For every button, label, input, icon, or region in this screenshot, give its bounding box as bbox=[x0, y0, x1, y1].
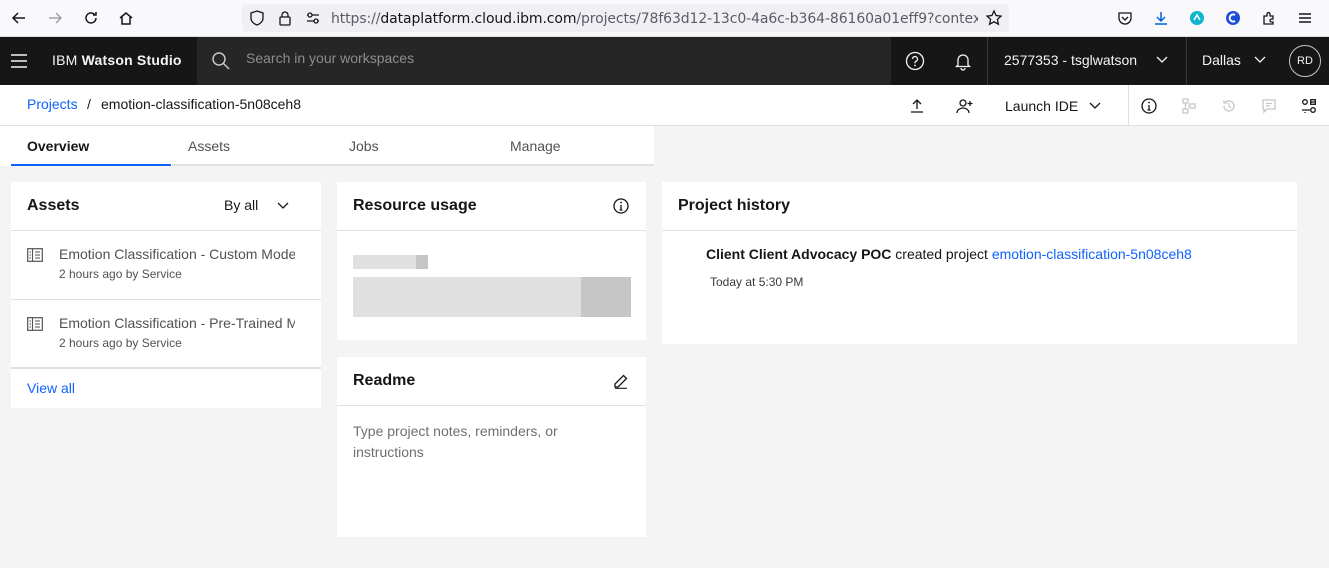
lock-icon[interactable] bbox=[274, 7, 296, 29]
asset-filter-dropdown[interactable]: By all bbox=[213, 186, 299, 226]
search-icon bbox=[211, 51, 231, 71]
resource-usage-title: Resource usage bbox=[353, 197, 477, 214]
launch-ide-label: Launch IDE bbox=[1005, 98, 1079, 114]
product-name[interactable]: IBM Watson Studio bbox=[52, 52, 182, 68]
url-text[interactable]: https://dataplatform.cloud.ibm.com/proje… bbox=[331, 11, 978, 27]
browser-toolbar: https://dataplatform.cloud.ibm.com/proje… bbox=[0, 0, 1329, 37]
model-icon bbox=[27, 317, 43, 331]
bookmark-star-icon[interactable] bbox=[983, 7, 1005, 29]
notification-bell-icon[interactable] bbox=[939, 37, 987, 85]
model-icon bbox=[27, 248, 43, 262]
account-switcher[interactable]: 2577353 - tsglwatson bbox=[987, 37, 1187, 85]
region-switcher[interactable]: Dallas bbox=[1186, 37, 1278, 85]
chevron-down-icon bbox=[1089, 102, 1101, 109]
workspace-search[interactable] bbox=[197, 37, 891, 85]
home-icon[interactable] bbox=[115, 7, 137, 29]
assets-card: Assets By all Emotion Classification - C… bbox=[11, 182, 321, 408]
project-history-title: Project history bbox=[678, 197, 791, 214]
chevron-down-icon bbox=[1254, 56, 1266, 63]
asset-name: Emotion Classification - Custom Model bbox=[59, 246, 295, 262]
tab-jobs[interactable]: Jobs bbox=[333, 126, 494, 166]
extensions-icon[interactable] bbox=[1258, 7, 1280, 29]
settings-icon[interactable] bbox=[1289, 85, 1329, 126]
readme-textarea[interactable]: Type project notes, reminders, or instru… bbox=[353, 421, 583, 463]
app-header: IBM Watson Studio 2577353 - tsglwatson D… bbox=[0, 37, 1329, 85]
history-action: created project bbox=[891, 246, 992, 262]
reload-icon[interactable] bbox=[80, 7, 102, 29]
breadcrumb-projects-link[interactable]: Projects bbox=[27, 96, 78, 112]
list-item[interactable]: Emotion Classification - Pre-Trained Mod… bbox=[11, 300, 321, 369]
menu-icon[interactable] bbox=[1294, 7, 1316, 29]
asset-meta: 2 hours ago by Service bbox=[59, 267, 182, 281]
account-label: 2577353 - tsglwatson bbox=[1004, 52, 1138, 68]
extension-icon[interactable] bbox=[1222, 7, 1244, 29]
launch-ide-button[interactable]: Launch IDE bbox=[993, 85, 1113, 126]
tabs-filler bbox=[654, 126, 1329, 166]
chevron-down-icon bbox=[1156, 56, 1168, 63]
loading-skeleton bbox=[581, 277, 631, 317]
permissions-icon[interactable] bbox=[302, 7, 324, 29]
project-tabs: Overview Assets Jobs Manage bbox=[0, 126, 1329, 166]
view-all-link[interactable]: View all bbox=[27, 380, 75, 396]
add-collaborator-icon[interactable] bbox=[945, 85, 985, 126]
back-icon[interactable] bbox=[8, 7, 30, 29]
project-history-card: Project history Client Client Advocacy P… bbox=[662, 182, 1297, 344]
tab-assets[interactable]: Assets bbox=[172, 126, 333, 166]
history-actor: Client Client Advocacy POC bbox=[706, 246, 892, 262]
history-entry: Client Client Advocacy POC created proje… bbox=[706, 246, 1192, 262]
avatar[interactable]: RD bbox=[1289, 45, 1321, 77]
tab-manage[interactable]: Manage bbox=[494, 126, 654, 166]
search-input[interactable] bbox=[246, 50, 806, 66]
readme-title: Readme bbox=[353, 372, 416, 389]
loading-skeleton bbox=[416, 255, 428, 269]
divider bbox=[337, 405, 646, 406]
pocket-icon[interactable] bbox=[1114, 7, 1136, 29]
hamburger-menu-icon[interactable] bbox=[0, 37, 38, 85]
information-icon[interactable] bbox=[613, 198, 629, 219]
help-icon[interactable] bbox=[891, 37, 939, 85]
shield-icon[interactable] bbox=[246, 7, 268, 29]
tab-overview[interactable]: Overview bbox=[11, 126, 171, 166]
history-icon[interactable] bbox=[1209, 85, 1249, 126]
divider bbox=[337, 230, 646, 231]
extension-icon[interactable] bbox=[1186, 7, 1208, 29]
divider bbox=[662, 230, 1297, 231]
project-name: emotion-classification-5n08ceh8 bbox=[101, 96, 301, 112]
readme-card: Readme Type project notes, reminders, or… bbox=[337, 357, 646, 537]
breadcrumb: Projects / emotion-classification-5n08ce… bbox=[0, 85, 1329, 126]
resource-usage-card: Resource usage bbox=[337, 182, 646, 340]
history-project-link[interactable]: emotion-classification-5n08ceh8 bbox=[992, 246, 1192, 262]
breadcrumb-separator: / bbox=[87, 96, 91, 112]
asset-filter-label: By all bbox=[224, 197, 259, 213]
url-bar[interactable]: https://dataplatform.cloud.ibm.com/proje… bbox=[242, 4, 1009, 32]
asset-meta: 2 hours ago by Service bbox=[59, 336, 182, 350]
history-timestamp: Today at 5:30 PM bbox=[710, 275, 804, 289]
download-icon[interactable] bbox=[1150, 7, 1172, 29]
flow-icon[interactable] bbox=[1169, 85, 1209, 126]
list-item[interactable]: Emotion Classification - Custom Model 2 … bbox=[11, 231, 321, 300]
assets-card-title: Assets bbox=[27, 197, 80, 214]
information-icon[interactable] bbox=[1129, 85, 1169, 126]
edit-pencil-icon[interactable] bbox=[613, 373, 629, 394]
export-icon[interactable] bbox=[897, 85, 937, 126]
comments-icon[interactable] bbox=[1249, 85, 1289, 126]
forward-icon[interactable] bbox=[44, 7, 66, 29]
region-label: Dallas bbox=[1202, 52, 1241, 68]
chevron-down-icon bbox=[277, 202, 289, 209]
asset-name: Emotion Classification - Pre-Trained Mod… bbox=[59, 315, 295, 331]
